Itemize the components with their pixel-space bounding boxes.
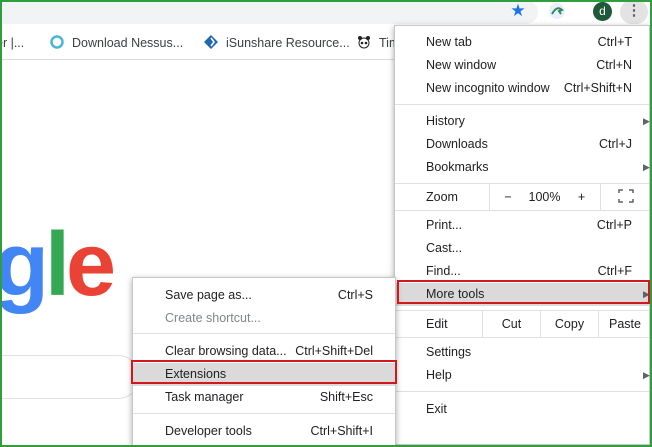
menu-item-history[interactable]: History ▶	[395, 110, 650, 133]
isunshare-icon	[204, 35, 218, 49]
chevron-right-icon: ▶	[643, 289, 650, 299]
menu-item-print[interactable]: Print... Ctrl+P	[395, 214, 649, 237]
bookmark-item[interactable]: Download Nessus...	[50, 34, 183, 52]
submenu-item-clear-browsing[interactable]: Clear browsing data... Ctrl+Shift+Del	[133, 340, 395, 363]
menu-item-exit[interactable]: Exit	[395, 398, 649, 421]
menu-item-settings[interactable]: Settings	[395, 341, 649, 364]
google-logo: gle	[0, 215, 116, 315]
extension-icon[interactable]	[548, 2, 566, 20]
fullscreen-icon	[618, 189, 634, 203]
bookmark-label: iSunshare Resource...	[226, 36, 350, 50]
nessus-icon	[50, 35, 64, 49]
submenu-item-create-shortcut: Create shortcut...	[165, 311, 261, 325]
bookmark-item[interactable]: er |...	[0, 34, 24, 52]
submenu-item-task-manager[interactable]: Task manager Shift+Esc	[133, 386, 395, 409]
chevron-right-icon: ▶	[643, 116, 650, 126]
address-bar[interactable]	[0, 0, 538, 24]
menu-item-cast[interactable]: Cast...	[395, 237, 649, 260]
submenu-item-developer-tools[interactable]: Developer tools Ctrl+Shift+I	[133, 420, 395, 443]
menu-item-more-tools[interactable]: More tools ▶	[395, 283, 650, 306]
bookmark-label: Download Nessus...	[72, 36, 184, 50]
chrome-main-menu: New tab Ctrl+T New window Ctrl+N New incog…	[394, 25, 650, 445]
menu-separator	[133, 333, 395, 334]
chevron-right-icon: ▶	[643, 370, 650, 380]
submenu-item-extensions[interactable]: Extensions	[133, 363, 395, 386]
star-icon[interactable]: ★	[508, 1, 528, 21]
menu-item-new-incognito[interactable]: New incognito window Ctrl+Shift+N	[395, 77, 649, 100]
menu-separator	[133, 413, 395, 414]
more-tools-submenu: Save page as... Ctrl+S Create shortcut...…	[132, 277, 396, 447]
zoom-level: 100%	[528, 190, 561, 204]
menu-separator	[395, 337, 649, 338]
menu-item-downloads[interactable]: Downloads Ctrl+J	[395, 133, 649, 156]
menu-item-bookmarks[interactable]: Bookmarks ▶	[395, 156, 650, 179]
menu-item-help[interactable]: Help ▶	[395, 364, 650, 387]
menu-separator	[395, 391, 649, 392]
paste-button[interactable]: Paste	[598, 311, 651, 337]
zoom-in-button[interactable]: +	[563, 184, 600, 210]
fullscreen-button[interactable]	[600, 184, 651, 210]
menu-separator	[395, 104, 649, 105]
panda-icon	[358, 36, 370, 49]
menu-item-new-tab[interactable]: New tab Ctrl+T	[395, 31, 649, 54]
cut-button[interactable]: Cut	[482, 311, 540, 337]
chevron-right-icon: ▶	[643, 162, 650, 172]
copy-button[interactable]: Copy	[540, 311, 598, 337]
search-box[interactable]	[0, 355, 140, 399]
menu-item-new-window[interactable]: New window Ctrl+N	[395, 54, 649, 77]
menu-item-zoom: Zoom − 100% +	[395, 184, 649, 210]
chrome-menu-button[interactable]: ⋮	[620, 0, 648, 24]
bookmark-label: er |...	[0, 36, 25, 50]
menu-item-edit: Edit Cut Copy Paste	[395, 311, 649, 337]
zoom-out-button[interactable]: −	[489, 184, 526, 210]
menu-separator	[395, 210, 649, 211]
submenu-item-save-page[interactable]: Save page as... Ctrl+S	[133, 284, 395, 307]
bookmark-item[interactable]: iSunshare Resource...	[204, 34, 350, 52]
menu-item-find[interactable]: Find... Ctrl+F	[395, 260, 649, 283]
browser-toolbar: ★ d ⋮	[0, 0, 652, 26]
profile-avatar[interactable]: d	[593, 2, 612, 21]
